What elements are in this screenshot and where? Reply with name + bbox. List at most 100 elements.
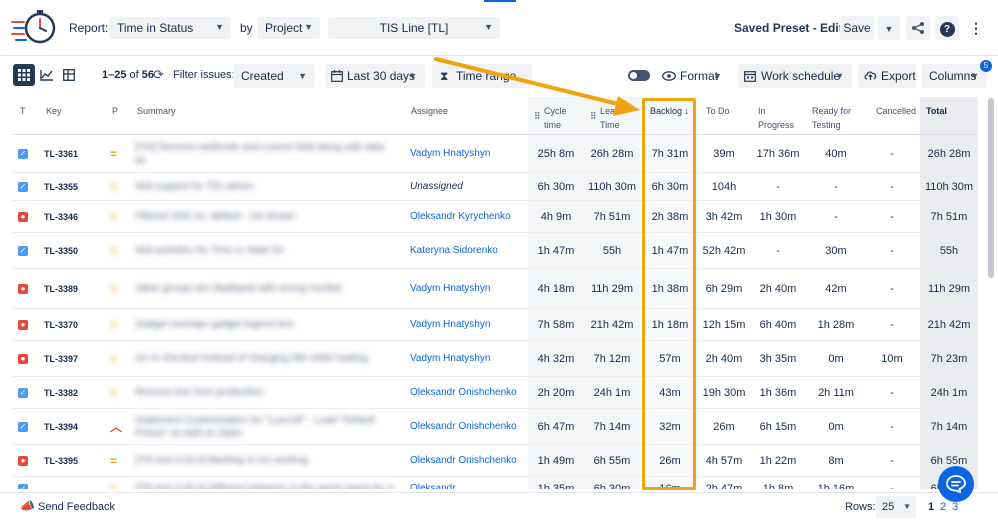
drag-handle-icon[interactable]: ⠿ <box>534 109 541 123</box>
header-todo[interactable]: To Do <box>702 97 756 135</box>
header-cycle-time[interactable]: ⠿ Cycle time <box>530 97 586 135</box>
table-row[interactable]: ✓ TL-3361 = [TIS] Remove webhook and custom… <box>12 135 978 173</box>
project-select[interactable]: TIS Line [TL] ▼ <box>328 17 500 39</box>
header-priority[interactable]: P <box>108 97 128 135</box>
issue-key-link[interactable]: TL-3361 <box>44 135 78 172</box>
issue-summary[interactable]: [TIS test 3.32.0] Backlog is not working <box>135 445 397 476</box>
header-total[interactable]: Total <box>922 97 972 135</box>
assignee-cell[interactable]: Oleksandr Onishchenko <box>410 409 522 444</box>
header-cancelled[interactable]: Cancelled <box>872 97 922 135</box>
assignee-cell[interactable]: Kateryna Sidorenko <box>410 233 522 268</box>
issue-summary[interactable]: Filtered SSS no. default - not shown <box>135 201 397 232</box>
assignee-cell[interactable]: Oleksandr Onishchenko <box>410 445 522 476</box>
export-button[interactable]: Export <box>858 64 916 88</box>
cancelled-cell: 10m <box>881 352 903 365</box>
pagination-summary: 1–25 of 56 <box>102 69 154 81</box>
issue-key-link[interactable]: TL-3350 <box>44 233 78 268</box>
assignee-cell[interactable]: Vadym Hnatyshyn <box>410 309 522 340</box>
issue-summary[interactable]: Add support for TIS values <box>135 173 397 200</box>
work-schedule-label: Work schedule <box>761 69 841 83</box>
issue-summary[interactable]: Value groups are displayed with wrong nu… <box>135 269 397 308</box>
date-range-select[interactable]: Last 30 days ▼ <box>325 64 425 88</box>
share-button[interactable] <box>906 16 930 40</box>
issue-key-link[interactable]: TL-3370 <box>44 309 78 340</box>
assignee-cell[interactable]: Oleksandr <box>410 477 522 489</box>
refresh-icon[interactable]: ⟳ <box>153 67 164 83</box>
cycle-time-cell: 25h 8m <box>537 147 575 160</box>
filter-select[interactable]: Created ▼ <box>233 64 315 88</box>
header-key[interactable]: Key <box>42 97 102 135</box>
filter-select-value: Created <box>241 69 284 83</box>
cancelled-cell: - <box>890 420 894 433</box>
table-row[interactable]: ✓ = [TIS test 3.32.0] Different behavior i… <box>12 477 978 489</box>
header-assignee[interactable]: Assignee <box>407 97 507 135</box>
lead-time-cell: 26h 28m <box>590 147 634 160</box>
table-row[interactable]: ✓ TL-3355 = Add support for TIS values Unass… <box>12 173 978 201</box>
report-select[interactable]: Time in Status ▼ <box>109 17 231 39</box>
range-text: 1–25 <box>102 69 127 81</box>
lead-time-cell: 7h 12m <box>593 352 631 365</box>
chevron-down-icon: ▼ <box>713 71 722 81</box>
grid-icon <box>18 69 30 81</box>
assignee-cell[interactable]: Vadym Hnatyshyn <box>410 269 522 308</box>
ready-for-testing-cell: 0m <box>828 352 844 365</box>
chat-support-button[interactable] <box>938 466 974 502</box>
issue-key-link[interactable]: TL-3394 <box>44 409 78 444</box>
table-row[interactable]: ✓ TL-3394 ︿ Implement Customization for "Ly… <box>12 409 978 445</box>
time-range-button[interactable]: ⧗ Time range <box>432 64 532 88</box>
issue-key-link[interactable]: TL-3346 <box>44 201 78 232</box>
issue-summary[interactable]: Add activities for Time in State for <box>135 233 397 268</box>
header-ready-for-testing[interactable]: Ready for Testing <box>808 97 868 135</box>
page-3-link[interactable]: 3 <box>952 501 958 513</box>
drag-handle-icon[interactable]: ⠿ <box>590 109 597 123</box>
assignee-cell[interactable]: Oleksandr Onishchenko <box>410 377 522 408</box>
rows-per-page-select[interactable]: 25 ▼ <box>876 496 916 518</box>
table-row[interactable]: ✓ TL-3382 = Remove line from production Olek… <box>12 377 978 409</box>
table-row[interactable]: ● TL-3370 = Gadget overlaps gadget legend b… <box>12 309 978 341</box>
page-1-link[interactable]: 1 <box>928 501 934 513</box>
header-lead-time[interactable]: ⠿ Lead Time <box>586 97 642 135</box>
columns-select[interactable]: Columns ▼ <box>921 64 987 88</box>
toggle-switch[interactable] <box>628 70 650 81</box>
table-row[interactable]: ● TL-3397 = Go to checked instead of changi… <box>12 341 978 377</box>
table-row[interactable]: ● TL-3389 = Value groups are displayed with… <box>12 269 978 309</box>
format-button[interactable]: Format ▼ <box>658 64 730 88</box>
issue-summary[interactable]: Implement Customization for "Lyscroll" -… <box>135 409 397 444</box>
issue-summary[interactable]: Remove line from production <box>135 377 397 408</box>
more-button[interactable]: ⋮ <box>965 16 987 40</box>
table-row[interactable]: ✓ TL-3350 = Add activities for Time in Stat… <box>12 233 978 269</box>
vertical-scrollbar[interactable] <box>988 98 994 278</box>
by-select[interactable]: Project ▼ <box>257 17 320 39</box>
header-summary[interactable]: Summary <box>133 97 253 135</box>
work-schedule-select[interactable]: Work schedule ▼ <box>738 64 852 88</box>
grid-view-button[interactable] <box>13 64 35 86</box>
issue-key-link[interactable]: TL-3382 <box>44 377 78 408</box>
send-feedback-link[interactable]: Send Feedback <box>38 501 115 513</box>
cycle-time-cell: 4h 18m <box>537 282 575 295</box>
issue-key-link[interactable]: TL-3395 <box>44 445 78 476</box>
issue-key-link[interactable]: TL-3389 <box>44 269 78 308</box>
assignee-cell[interactable]: Vadym Hnatyshyn <box>410 341 522 376</box>
cycle-time-cell: 1h 35m <box>537 482 575 490</box>
help-button[interactable]: ? <box>935 16 959 40</box>
chevron-down-icon: ▼ <box>408 71 417 81</box>
save-button[interactable]: Save <box>840 16 874 40</box>
hourglass-icon: ⧗ <box>440 69 449 83</box>
ready-for-testing-cell: 30m <box>825 244 847 257</box>
issue-summary[interactable]: [TIS test 3.32.0] Different behavior in … <box>135 477 397 489</box>
table-row[interactable]: ● TL-3395 = [TIS test 3.32.0] Backlog is no… <box>12 445 978 477</box>
header-in-progress[interactable]: In Progress <box>754 97 810 135</box>
issue-key-link[interactable]: TL-3397 <box>44 341 78 376</box>
issue-summary[interactable]: Go to checked instead of changing title … <box>135 341 397 376</box>
chart-view-button[interactable] <box>36 64 58 86</box>
issue-key-link[interactable]: TL-3355 <box>44 173 78 200</box>
assignee-cell[interactable]: Vadym Hnatyshyn <box>410 135 522 172</box>
assignee-cell[interactable]: Oleksandr Kyrychenko <box>410 201 522 232</box>
issue-summary[interactable]: Gadget overlaps gadget legend box <box>135 309 397 340</box>
table-row[interactable]: ● TL-3346 = Filtered SSS no. default - not … <box>12 201 978 233</box>
pivot-view-button[interactable] <box>58 64 80 86</box>
save-options-button[interactable]: ▼ <box>878 16 900 40</box>
page-2-link[interactable]: 2 <box>940 501 946 513</box>
header-type[interactable]: T <box>16 97 36 135</box>
issue-summary[interactable]: [TIS] Remove webhook and custom field al… <box>135 135 397 172</box>
